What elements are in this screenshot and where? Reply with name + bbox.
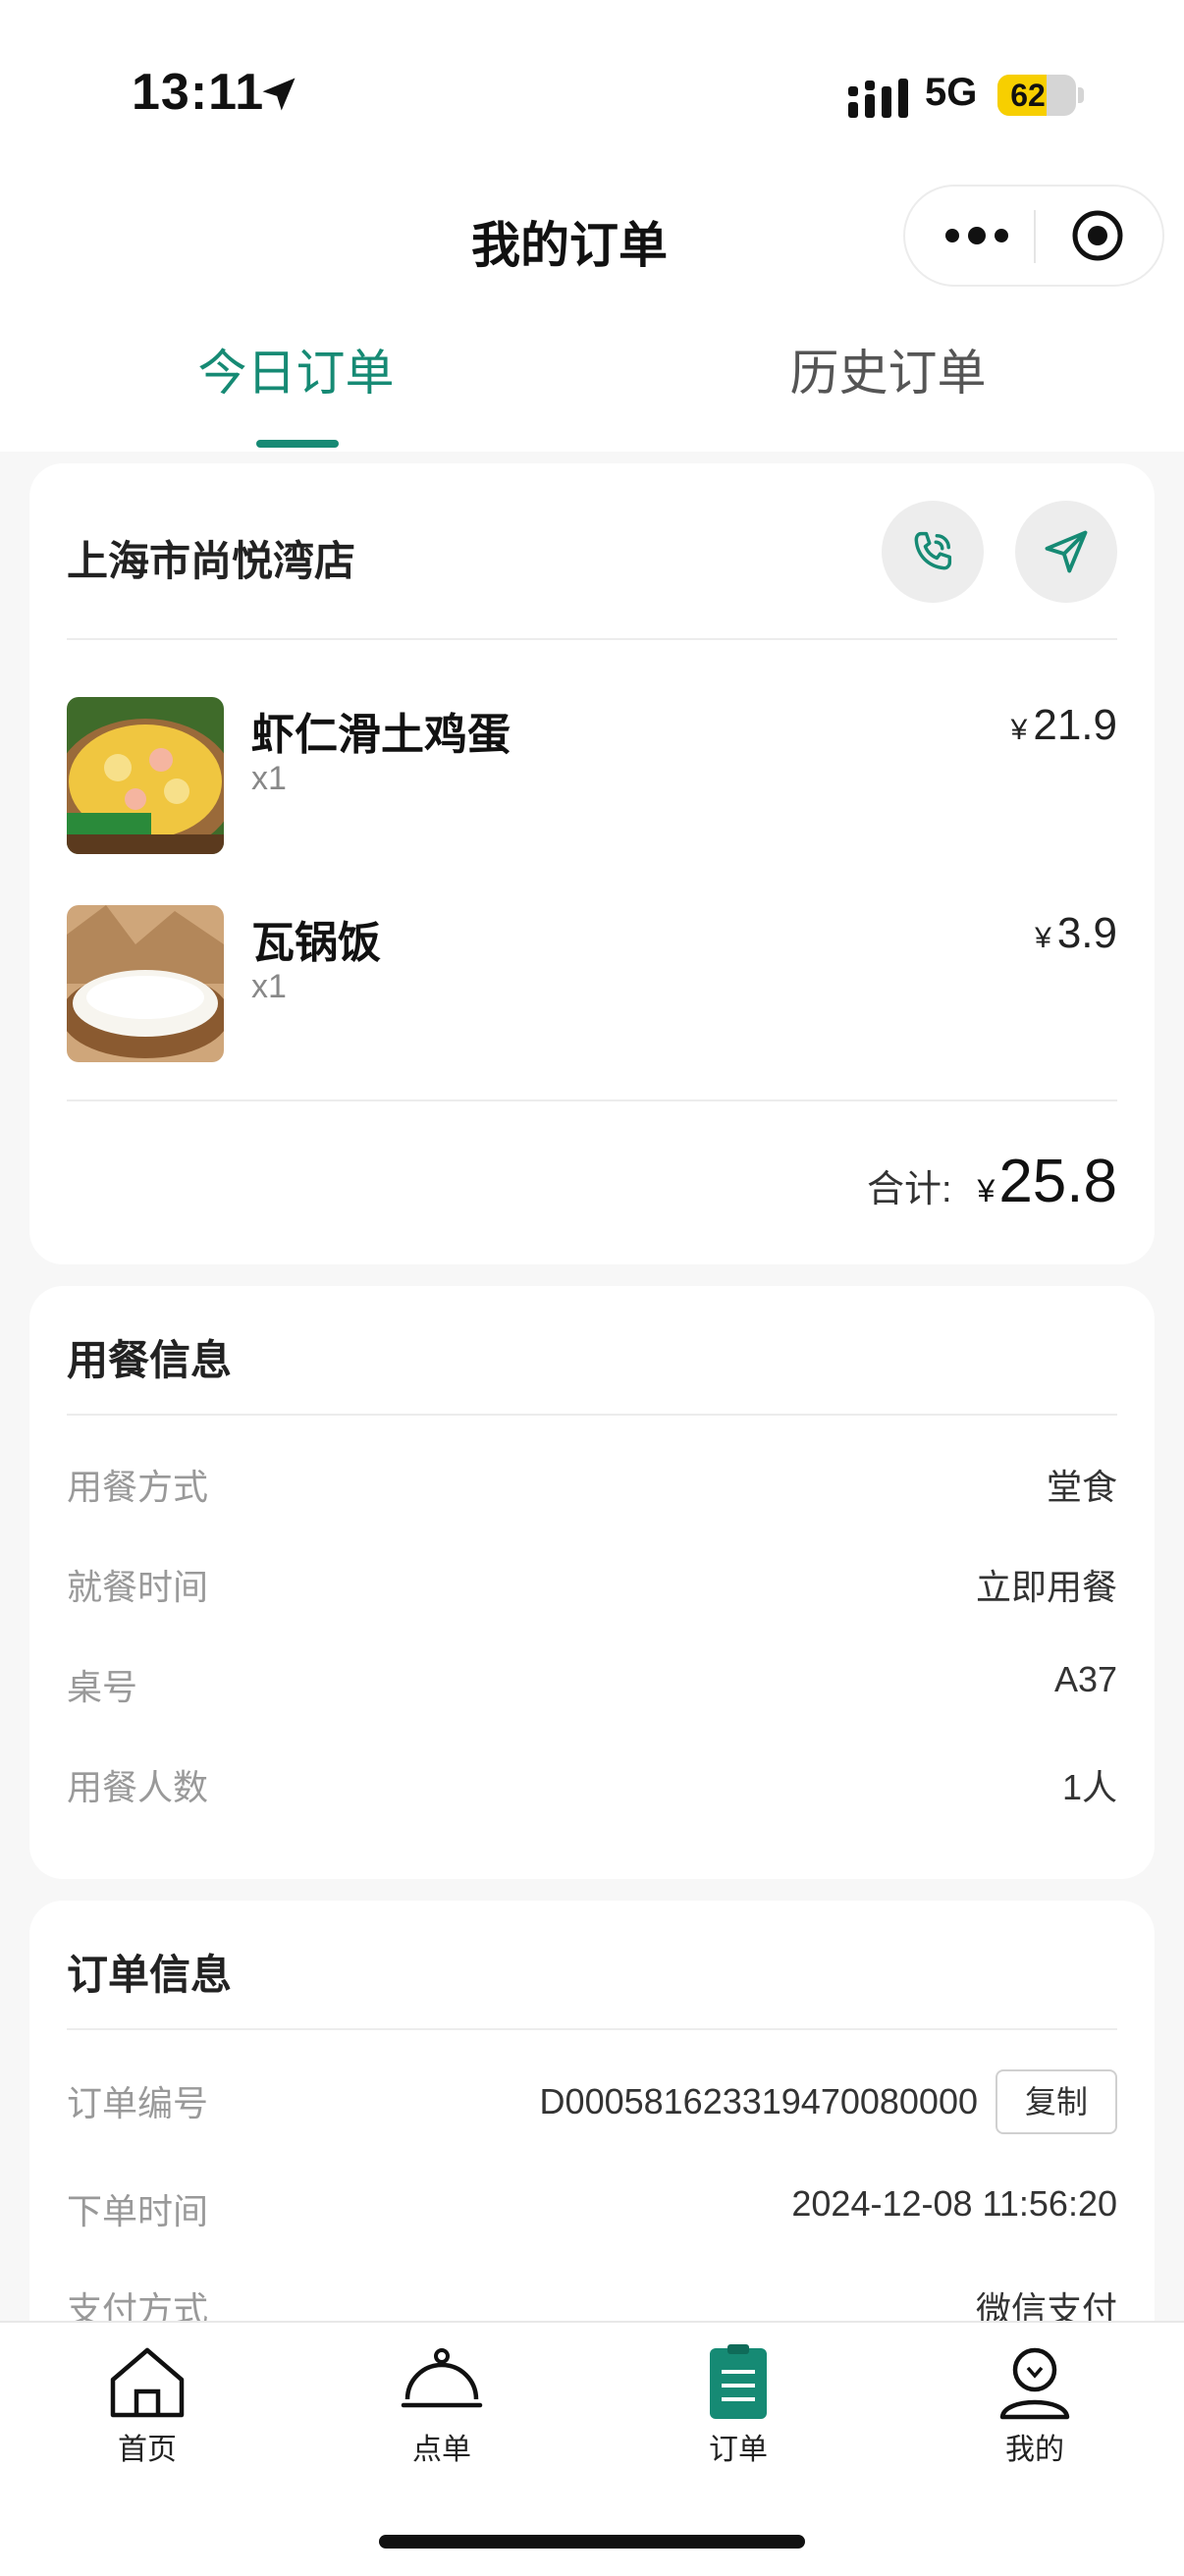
info-row-value: 2024-12-08 11:56:20 [791, 2183, 1117, 2224]
store-divider [67, 638, 1117, 640]
status-bar: 13:11 5G 62 [0, 0, 1184, 167]
tab-today-orders[interactable]: 今日订单 [0, 334, 592, 404]
tab-history-orders[interactable]: 历史订单 [592, 334, 1184, 404]
tab-order-food[interactable]: 点单 [363, 2342, 520, 2468]
item-name: 瓦锅饭 [251, 919, 381, 967]
dining-info-card: 用餐信息 用餐方式 堂食 就餐时间 立即用餐 桌号 A37 用餐人数 1人 [29, 1286, 1155, 1879]
currency-symbol: ¥ [977, 1173, 996, 1208]
currency-symbol: ¥ [1010, 714, 1028, 746]
phone-icon [914, 531, 952, 570]
section-title: 用餐信息 [67, 1337, 233, 1383]
section-divider [67, 2028, 1117, 2030]
currency-symbol: ¥ [1035, 922, 1051, 954]
tab-label: 订单 [709, 2434, 768, 2466]
tab-label: 首页 [118, 2434, 177, 2466]
navigate-button[interactable] [1015, 501, 1117, 603]
location-arrow-icon [262, 78, 296, 111]
order-items-card: 上海市尚悦湾店 虾仁滑土鸡蛋 x1 ¥21.9 瓦锅饭 x1 ¥ 3.9 合计:… [29, 463, 1155, 1264]
info-row-label: 用餐方式 [67, 1467, 209, 1507]
navigation-arrow-icon [1045, 530, 1088, 573]
tab-label: 点单 [412, 2434, 471, 2466]
signal-icon [848, 79, 908, 118]
info-row-label: 桌号 [67, 1667, 138, 1707]
info-row-value: 1人 [1061, 1767, 1117, 1807]
info-row-label: 就餐时间 [67, 1567, 209, 1607]
status-time: 13:11 [132, 64, 265, 121]
tab-home[interactable]: 首页 [69, 2342, 226, 2468]
info-row-value: 堂食 [1046, 1467, 1117, 1507]
miniprogram-capsule [903, 185, 1164, 287]
call-store-button[interactable] [882, 501, 984, 603]
info-row-label: 订单编号 [67, 2083, 209, 2123]
close-miniprogram-icon[interactable] [1070, 208, 1125, 263]
capsule-divider [1034, 210, 1036, 263]
tab-label: 我的 [1005, 2434, 1064, 2466]
cloche-icon [401, 2348, 483, 2408]
item-quantity: x1 [251, 760, 287, 797]
total-amount: 25.8 [998, 1148, 1117, 1215]
info-row-label: 下单时间 [67, 2191, 209, 2231]
tab-orders[interactable]: 订单 [660, 2342, 817, 2468]
order-total: 合计: ¥25.8 [867, 1147, 1117, 1216]
battery-indicator: 62 [997, 75, 1076, 116]
battery-tip [1078, 87, 1084, 103]
tab-profile[interactable]: 我的 [956, 2342, 1113, 2468]
item-price: ¥3.9 [1035, 909, 1117, 958]
store-name: 上海市尚悦湾店 [67, 538, 356, 584]
shrimp-egg-image[interactable] [67, 697, 224, 854]
clipboard-icon [710, 2344, 767, 2419]
more-icon[interactable] [942, 216, 1011, 255]
home-indicator [379, 2535, 805, 2549]
section-title: 订单信息 [67, 1952, 233, 1998]
network-type: 5G [925, 71, 978, 114]
items-divider [67, 1100, 1117, 1101]
order-number: D000581623319470080000 [539, 2081, 978, 2121]
clay-pot-rice-image[interactable] [67, 905, 224, 1062]
nav-header: 我的订单 今日订单 历史订单 [0, 167, 1184, 452]
section-divider [67, 1414, 1117, 1416]
profile-icon [999, 2347, 1070, 2420]
item-name: 虾仁滑土鸡蛋 [251, 711, 511, 759]
active-tab-indicator [256, 440, 339, 448]
info-row-value: A37 [1053, 1659, 1117, 1699]
price-value: 21.9 [1033, 701, 1117, 749]
total-label: 合计: [866, 1169, 952, 1210]
info-row-value: 立即用餐 [975, 1567, 1117, 1607]
item-price: ¥21.9 [1011, 701, 1117, 750]
home-icon [110, 2347, 185, 2418]
item-quantity: x1 [251, 968, 287, 1005]
copy-button[interactable]: 复制 [996, 2069, 1117, 2134]
battery-percent: 62 [1010, 78, 1046, 113]
info-row-label: 用餐人数 [67, 1767, 209, 1807]
price-value: 3.9 [1056, 909, 1117, 957]
